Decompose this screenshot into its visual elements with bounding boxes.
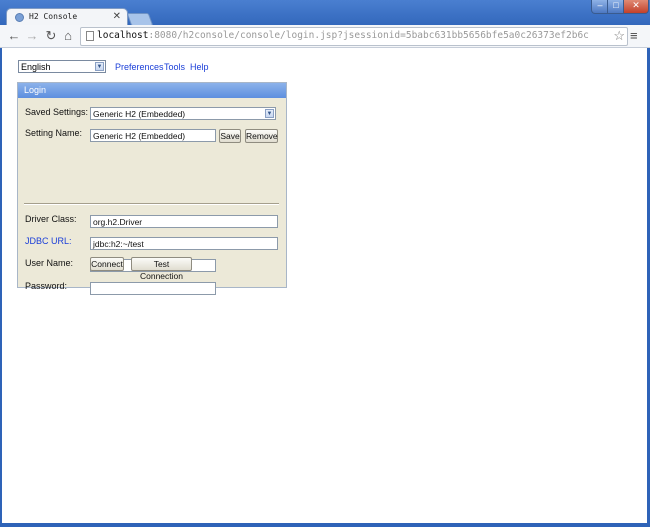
user-name-label: User Name: <box>25 258 74 268</box>
password-field[interactable] <box>90 282 216 295</box>
jdbc-url-link[interactable]: JDBC URL: <box>25 236 72 246</box>
close-tab-icon[interactable]: ✕ <box>113 11 121 23</box>
forward-icon[interactable]: → <box>24 28 40 44</box>
browser-toolbar: ← → ↻ ⌂ localhost:8080/h2console/console… <box>0 25 650 48</box>
driver-class-field[interactable]: org.h2.Driver <box>90 215 278 228</box>
connect-button[interactable]: Connect <box>90 257 124 271</box>
back-icon[interactable]: ← <box>6 28 22 44</box>
language-select[interactable]: English ▼ <box>18 60 106 73</box>
language-value: English <box>21 62 51 72</box>
browser-window: H2 Console ✕ ‒ □ ✕ ← → ↻ ⌂ localhost:808… <box>0 0 650 527</box>
reload-icon[interactable]: ↻ <box>43 28 59 44</box>
tab-title: H2 Console <box>29 12 78 21</box>
page-icon <box>86 31 94 41</box>
close-window-button[interactable]: ✕ <box>623 0 649 14</box>
home-icon[interactable]: ⌂ <box>60 28 76 44</box>
favicon-icon <box>15 13 24 22</box>
save-button[interactable]: Save <box>219 129 241 143</box>
url-text[interactable]: localhost:8080/h2console/console/login.j… <box>97 30 589 41</box>
saved-settings-label: Saved Settings: <box>25 107 89 117</box>
menu-icon[interactable]: ≡ <box>630 29 638 43</box>
url-host: localhost <box>97 30 149 41</box>
chevron-down-icon[interactable]: ▼ <box>265 109 274 118</box>
login-panel-title: Login <box>18 83 286 98</box>
preferences-link[interactable]: Preferences <box>115 62 164 72</box>
divider <box>24 203 279 205</box>
url-path: :8080/h2console/console/login.jsp?jsessi… <box>148 30 589 41</box>
driver-class-label: Driver Class: <box>25 214 77 224</box>
saved-settings-select[interactable]: Generic H2 (Embedded) ▼ <box>90 107 276 120</box>
jdbc-url-field[interactable]: jdbc:h2:~/test <box>90 237 278 250</box>
password-label: Password: <box>25 281 68 291</box>
setting-name-field[interactable]: Generic H2 (Embedded) <box>90 129 216 142</box>
tools-link[interactable]: Tools <box>164 62 185 72</box>
remove-button[interactable]: Remove <box>245 129 278 143</box>
saved-settings-value: Generic H2 (Embedded) <box>93 109 186 119</box>
chevron-down-icon[interactable]: ▼ <box>95 62 104 71</box>
test-connection-button[interactable]: Test Connection <box>131 257 192 281</box>
page-content: English ▼ Preferences Tools Help Login S… <box>0 48 647 523</box>
bookmark-star-icon[interactable]: ☆ <box>613 29 625 43</box>
setting-name-label: Setting Name: <box>25 128 83 138</box>
help-link[interactable]: Help <box>190 62 209 72</box>
address-bar[interactable]: localhost:8080/h2console/console/login.j… <box>80 27 628 46</box>
